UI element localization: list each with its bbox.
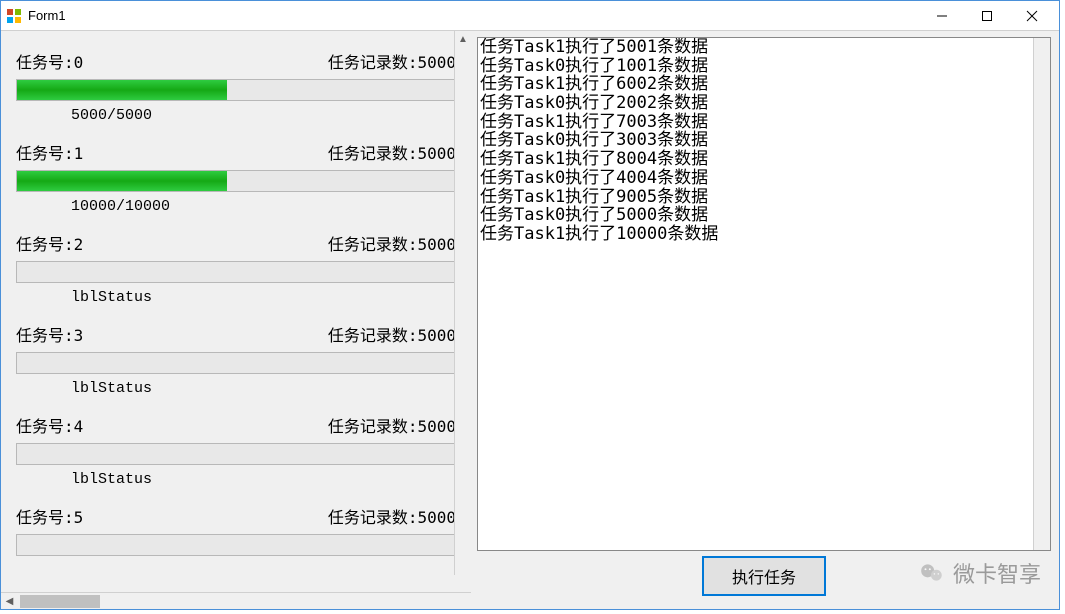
task-header: 任务号:5 任务记录数:5000 (16, 504, 456, 528)
task-header: 任务号:2 任务记录数:5000 (16, 231, 456, 255)
task-item: 任务号:1 任务记录数:5000 10000/10000 (1, 132, 471, 223)
progress-bar (16, 443, 456, 465)
task-list: 任务号:0 任务记录数:5000 5000/5000 任务号:1 任务记录数:5000 1… (1, 31, 471, 560)
window-title: Form1 (28, 8, 919, 23)
app-window: Form1 任务号:0 任务记录数:5000 5000/5000 任务号:1 任务记录数… (0, 0, 1060, 610)
log-line: 任务Task1执行了8004条数据 (480, 150, 1048, 169)
task-id-label: 任务号:2 (16, 231, 83, 255)
task-id-label: 任务号:5 (16, 504, 83, 528)
task-status-label: 5000/5000 (71, 107, 456, 124)
task-item: 任务号:2 任务记录数:5000 lblStatus (1, 223, 471, 314)
progress-bar (16, 170, 456, 192)
content-area: 任务号:0 任务记录数:5000 5000/5000 任务号:1 任务记录数:5000 1… (1, 31, 1059, 609)
close-button[interactable] (1009, 2, 1054, 30)
progress-bar-fill (17, 171, 227, 191)
task-id-label: 任务号:4 (16, 413, 83, 437)
log-textbox[interactable]: 任务Task1执行了5001条数据任务Task0执行了1001条数据任务Task… (477, 37, 1051, 551)
progress-bar (16, 352, 456, 374)
progress-bar-fill (17, 80, 227, 100)
progress-bar (16, 261, 456, 283)
task-item: 任务号:4 任务记录数:5000 lblStatus (1, 405, 471, 496)
progress-bar (16, 534, 456, 556)
task-status-label: 10000/10000 (71, 198, 456, 215)
task-scroll-area[interactable]: 任务号:0 任务记录数:5000 5000/5000 任务号:1 任务记录数:5000 1… (1, 31, 471, 592)
task-status-label: lblStatus (71, 289, 456, 306)
task-item: 任务号:0 任务记录数:5000 5000/5000 (1, 41, 471, 132)
app-icon (6, 8, 22, 24)
log-line: 任务Task0执行了2002条数据 (480, 94, 1048, 113)
log-line: 任务Task1执行了6002条数据 (480, 75, 1048, 94)
task-count-label: 任务记录数:5000 (328, 322, 456, 346)
task-status-label: lblStatus (71, 471, 456, 488)
scroll-left-icon[interactable]: ◀ (1, 593, 18, 609)
task-count-label: 任务记录数:5000 (328, 49, 456, 73)
progress-bar (16, 79, 456, 101)
task-header: 任务号:3 任务记录数:5000 (16, 322, 456, 346)
task-count-label: 任务记录数:5000 (328, 413, 456, 437)
log-line: 任务Task1执行了5001条数据 (480, 38, 1048, 57)
log-line: 任务Task0执行了4004条数据 (480, 169, 1048, 188)
task-panel: 任务号:0 任务记录数:5000 5000/5000 任务号:1 任务记录数:5000 1… (1, 31, 471, 609)
log-vertical-scrollbar[interactable] (1033, 38, 1050, 550)
task-item: 任务号:3 任务记录数:5000 lblStatus (1, 314, 471, 405)
log-line: 任务Task0执行了5000条数据 (480, 206, 1048, 225)
task-id-label: 任务号:1 (16, 140, 83, 164)
log-line: 任务Task1执行了10000条数据 (480, 225, 1048, 244)
task-count-label: 任务记录数:5000 (328, 504, 456, 528)
log-line: 任务Task1执行了9005条数据 (480, 188, 1048, 207)
task-status-label: lblStatus (71, 380, 456, 397)
task-item: 任务号:5 任务记录数:5000 (1, 496, 471, 560)
task-header: 任务号:1 任务记录数:5000 (16, 140, 456, 164)
task-count-label: 任务记录数:5000 (328, 140, 456, 164)
titlebar[interactable]: Form1 (1, 1, 1059, 31)
execute-button[interactable]: 执行任务 (702, 556, 826, 596)
task-horizontal-scrollbar[interactable]: ◀ (1, 592, 471, 609)
log-panel: 任务Task1执行了5001条数据任务Task0执行了1001条数据任务Task… (471, 31, 1059, 609)
task-id-label: 任务号:3 (16, 322, 83, 346)
task-header: 任务号:4 任务记录数:5000 (16, 413, 456, 437)
minimize-button[interactable] (919, 2, 964, 30)
window-controls (919, 2, 1054, 30)
task-vertical-scrollbar[interactable]: ▲ (454, 31, 471, 575)
watermark: 微卡智享 (919, 557, 1041, 589)
scroll-thumb[interactable] (20, 595, 100, 608)
watermark-text: 微卡智享 (953, 557, 1041, 589)
scroll-up-icon[interactable]: ▲ (455, 31, 471, 48)
task-id-label: 任务号:0 (16, 49, 83, 73)
log-line: 任务Task0执行了1001条数据 (480, 57, 1048, 76)
wechat-icon (919, 560, 945, 586)
task-count-label: 任务记录数:5000 (328, 231, 456, 255)
log-line: 任务Task1执行了7003条数据 (480, 113, 1048, 132)
log-line: 任务Task0执行了3003条数据 (480, 131, 1048, 150)
maximize-button[interactable] (964, 2, 1009, 30)
task-header: 任务号:0 任务记录数:5000 (16, 49, 456, 73)
